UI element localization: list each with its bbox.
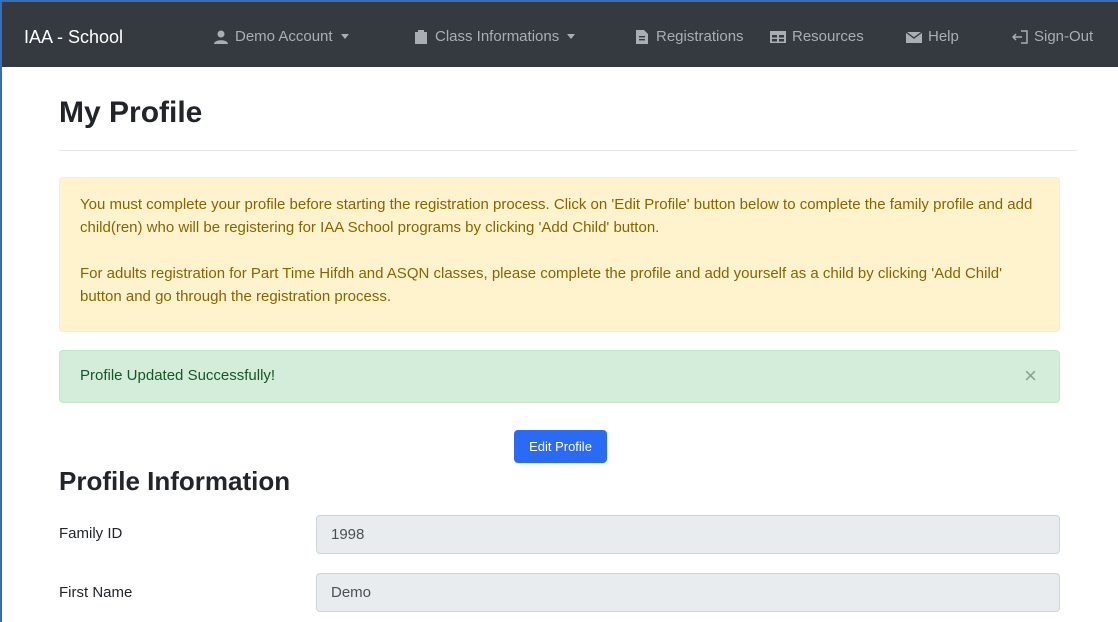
nav-demo-account[interactable]: Demo Account — [213, 28, 349, 45]
table-icon — [770, 30, 786, 43]
family-id-field[interactable] — [316, 515, 1060, 554]
window-frame-top — [0, 0, 1118, 2]
user-icon — [214, 30, 228, 44]
title-divider — [59, 150, 1077, 151]
window-frame-left — [0, 0, 2, 622]
envelope-icon — [906, 30, 922, 43]
clipboard-icon — [415, 29, 427, 44]
nav-class-informations[interactable]: Class Informations — [413, 28, 576, 45]
success-alert: Profile Updated Successfully! × — [59, 350, 1060, 403]
success-message: Profile Updated Successfully! — [80, 367, 276, 384]
nav-registrations-label: Registrations — [656, 28, 744, 45]
nav-resources-label: Resources — [792, 28, 864, 45]
nav-help-label: Help — [928, 28, 959, 45]
first-name-field[interactable] — [316, 573, 1060, 612]
document-icon — [636, 29, 648, 44]
nav-sign-out-label: Sign-Out — [1034, 28, 1094, 45]
chevron-down-icon — [340, 34, 349, 39]
nav-demo-account-label: Demo Account — [235, 28, 333, 45]
nav-sign-out[interactable]: Sign-Out — [1012, 28, 1093, 45]
profile-information-heading: Profile Information — [59, 466, 291, 496]
nav-help[interactable]: Help — [906, 28, 959, 45]
brand-link[interactable]: IAA - School — [24, 27, 123, 48]
warning-paragraph-1: You must complete your profile before st… — [80, 196, 1033, 236]
profile-warning-alert: You must complete your profile before st… — [59, 177, 1060, 332]
nav-resources[interactable]: Resources — [770, 28, 864, 45]
chevron-down-icon — [567, 34, 576, 39]
first-name-label: First Name — [59, 584, 133, 601]
top-navbar: IAA - School Demo Account Class Informat… — [0, 0, 1118, 67]
page-title: My Profile — [59, 96, 203, 129]
sign-out-icon — [1012, 29, 1028, 44]
family-id-label: Family ID — [59, 525, 123, 542]
close-icon[interactable]: × — [1024, 365, 1037, 387]
nav-registrations[interactable]: Registrations — [634, 28, 744, 45]
warning-paragraph-2: For adults registration for Part Time Hi… — [80, 265, 1003, 305]
nav-class-informations-label: Class Informations — [435, 28, 560, 45]
edit-profile-button[interactable]: Edit Profile — [514, 430, 607, 463]
